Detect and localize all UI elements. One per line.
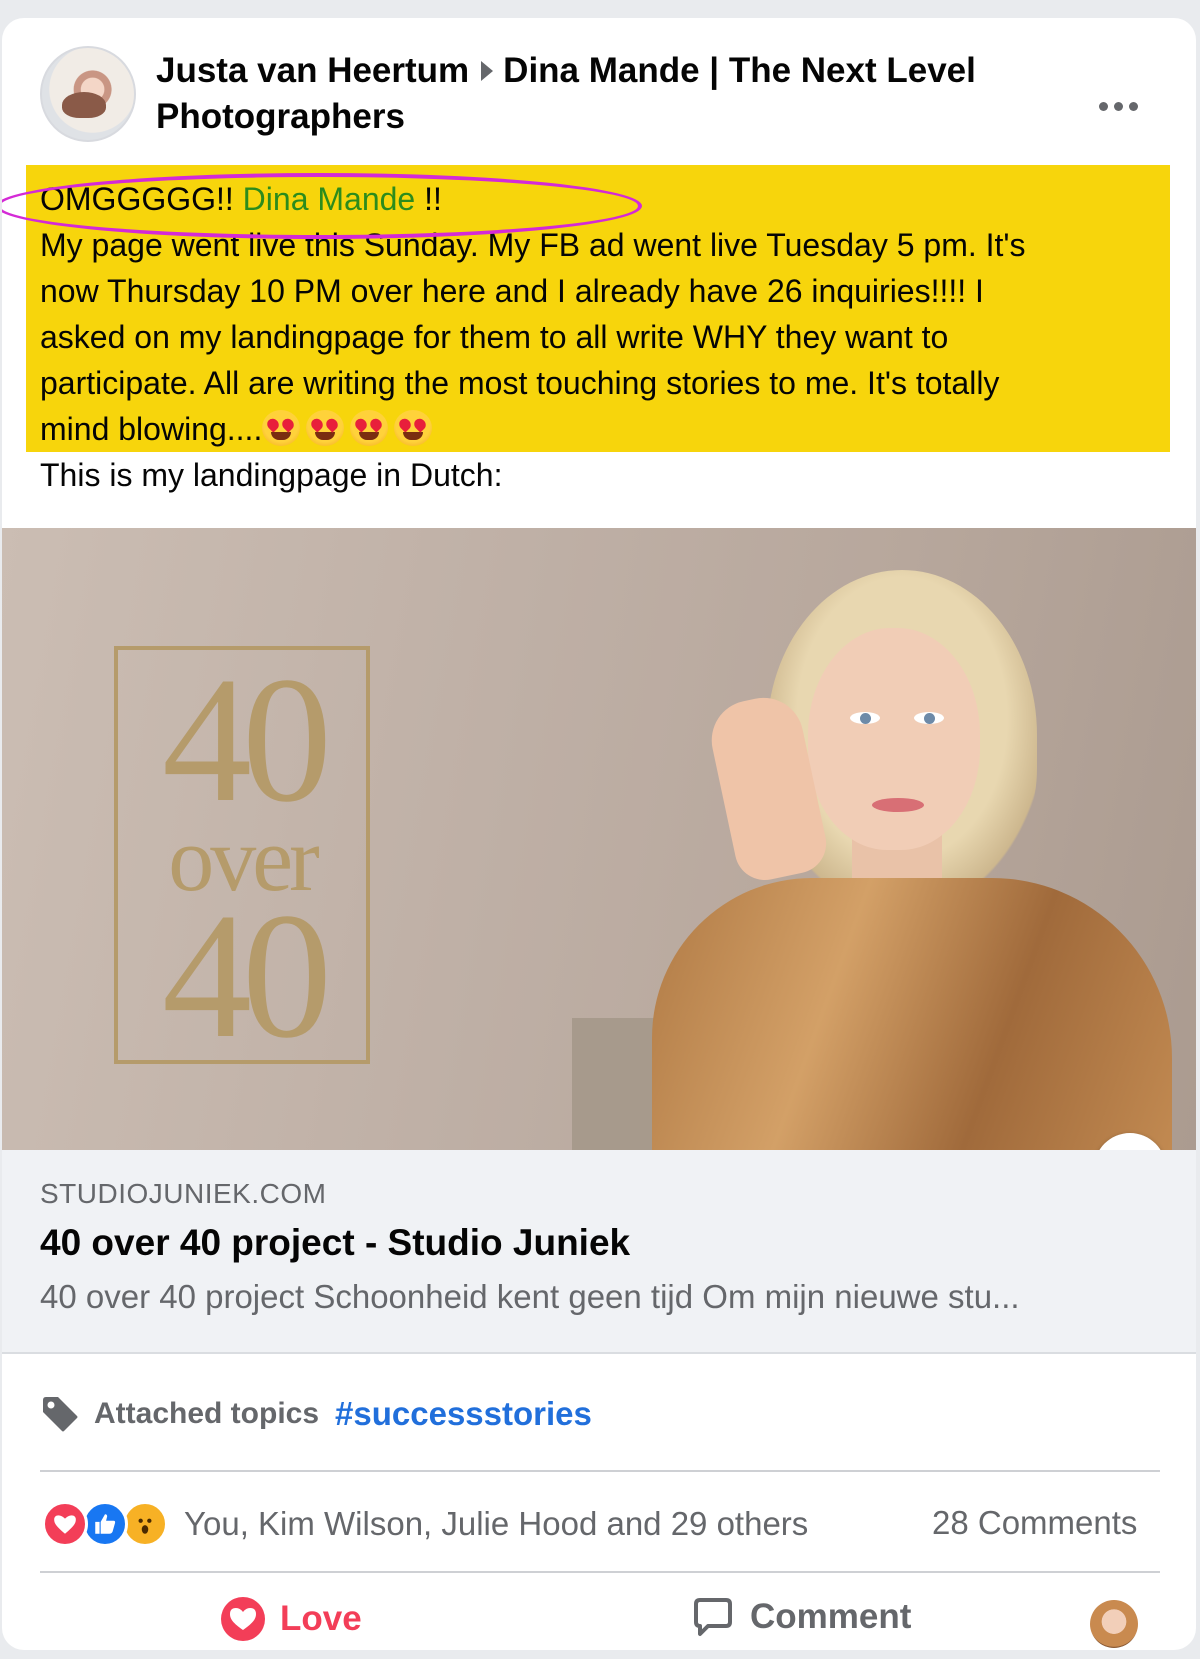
link-image[interactable]: 40 over 40 — [2, 528, 1196, 1150]
attached-topics: Attached topics #successstories — [40, 1390, 592, 1438]
love-icon — [221, 1597, 265, 1641]
like-reaction-icon — [82, 1501, 128, 1547]
love-label: Love — [280, 1599, 362, 1638]
reaction-summary[interactable]: You, Kim Wilson, Julie Hood and 29 other… — [42, 1500, 808, 1548]
comment-icon — [694, 1598, 732, 1636]
link-preview[interactable]: STUDIOJUNIEK.COM 40 over 40 project - St… — [2, 1150, 1196, 1354]
reaction-names[interactable]: You, Kim Wilson, Julie Hood and 29 other… — [184, 1505, 808, 1543]
post-title: Justa van Heertum Dina Mande | The Next L… — [156, 48, 1036, 140]
post-line-4: asked on my landingpage for them to all … — [40, 319, 949, 355]
post-header: Justa van Heertum Dina Mande | The Next L… — [2, 18, 1196, 158]
love-button[interactable]: Love — [220, 1596, 362, 1642]
link-title: 40 over 40 project - Studio Juniek — [40, 1222, 631, 1263]
topics-label: Attached topics — [94, 1397, 320, 1430]
triangle-right-icon — [481, 61, 494, 81]
heart-eyes-emoji — [394, 410, 433, 446]
annotation-circle — [2, 173, 642, 239]
divider — [40, 1470, 1160, 1472]
divider — [40, 1571, 1160, 1573]
action-bar: Love Comment — [2, 1578, 1196, 1650]
more-options-button[interactable] — [1088, 86, 1148, 126]
comments-count[interactable]: 28 Comments — [932, 1504, 1137, 1542]
wow-reaction-icon — [122, 1501, 168, 1547]
comment-label: Comment — [750, 1597, 912, 1636]
tag-icon — [40, 1394, 80, 1434]
heart-eyes-emoji — [306, 410, 345, 446]
link-description: 40 over 40 project Schoonheid kent geen … — [40, 1278, 1020, 1315]
post-line-5: participate. All are writing the most to… — [40, 365, 1000, 401]
author-avatar[interactable] — [40, 46, 136, 142]
comment-button[interactable]: Comment — [692, 1596, 911, 1638]
portrait-woman — [572, 548, 1172, 1150]
love-reaction-icon — [42, 1501, 88, 1547]
link-domain: STUDIOJUNIEK.COM — [40, 1178, 327, 1209]
post-card: Justa van Heertum Dina Mande | The Next L… — [2, 18, 1196, 1650]
hashtag-link[interactable]: #successstories — [335, 1395, 592, 1433]
post-line-6: mind blowing.... — [40, 406, 1170, 452]
post-line-3: now Thursday 10 PM over here and I alrea… — [40, 273, 984, 309]
heart-eyes-emoji — [262, 410, 301, 446]
post-line-7: This is my landingpage in Dutch: — [40, 457, 503, 493]
forty-over-forty-logo: 40 over 40 — [114, 646, 370, 1066]
heart-eyes-emoji — [350, 410, 389, 446]
viewer-avatar[interactable] — [1090, 1600, 1138, 1648]
author-name[interactable]: Justa van Heertum — [156, 51, 469, 90]
